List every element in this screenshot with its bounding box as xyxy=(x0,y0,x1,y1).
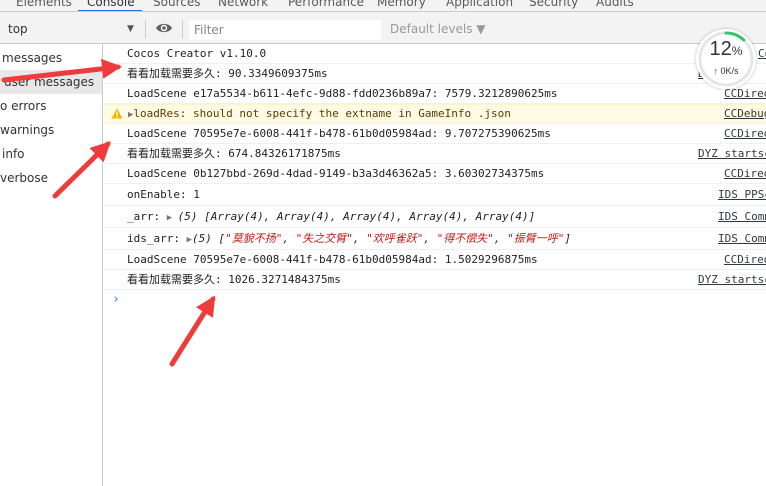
context-label: top xyxy=(8,22,28,36)
console-row: _arr: ▶ (5) [Array(4), Array(4), Array(4… xyxy=(104,206,766,228)
console-prompt[interactable]: › xyxy=(112,292,120,307)
sidebar-item-warnings[interactable]: warnings xyxy=(0,118,102,142)
source-link[interactable]: CCDired xyxy=(724,124,766,143)
context-selector[interactable]: top ▼ xyxy=(0,19,141,39)
log-message: onEnable: 1 xyxy=(127,188,200,201)
console-row: LoadScene 70595e7e-6008-441f-b478-61b0d0… xyxy=(104,124,766,144)
tab-memory[interactable]: Memory xyxy=(377,0,426,9)
source-link[interactable]: IDS PPSc xyxy=(718,184,766,205)
log-label: ids_arr: xyxy=(127,232,187,245)
tab-performance[interactable]: Performance xyxy=(288,0,364,9)
log-message: _arr: ▶ (5) [Array(4), Array(4), Array(4… xyxy=(127,206,536,227)
sidebar-item-label: user messages xyxy=(4,75,95,89)
console-row: 看看加载需要多久: 1026.3271484375ms DYZ startsc xyxy=(104,270,766,290)
filter-input[interactable] xyxy=(189,20,381,40)
sidebar-item-label: info xyxy=(2,147,25,161)
network-speed: ↑ 0K/s xyxy=(696,66,756,76)
sidebar-item-label: o errors xyxy=(0,99,47,113)
up-arrow-icon: ↑ xyxy=(713,66,721,76)
tab-application[interactable]: Application xyxy=(446,0,513,9)
log-message: ▶loadRes: should not specify the extname… xyxy=(128,105,511,123)
tab-security[interactable]: Security xyxy=(529,0,578,9)
array-item: "振臂一呼" xyxy=(507,232,565,245)
log-message: 看看加载需要多久: 90.3349609375ms xyxy=(127,67,328,80)
source-link[interactable]: IDS Comm xyxy=(718,228,766,249)
array-end: ] xyxy=(564,232,572,245)
array-count: (5) [ xyxy=(192,232,226,245)
sidebar-item-messages[interactable]: messages xyxy=(0,46,102,70)
source-link[interactable]: CCDired xyxy=(724,250,766,269)
log-message: ids_arr: ▶(5) ["莫貌不扬", "失之交臂", "欢呼雀跃", "… xyxy=(127,232,572,245)
console-row: LoadScene 70595e7e-6008-441f-b478-61b0d0… xyxy=(104,250,766,270)
tab-network[interactable]: Network xyxy=(218,0,268,9)
sidebar-item-user-messages[interactable]: user messages xyxy=(0,70,102,94)
console-row-warning: ▶loadRes: should not specify the extname… xyxy=(104,104,766,124)
log-message: 看看加载需要多久: 1026.3271484375ms xyxy=(127,273,341,286)
log-label: _arr: xyxy=(127,210,167,223)
dropdown-arrow-icon: ▼ xyxy=(127,24,134,34)
sidebar-item-label: verbose xyxy=(0,171,49,185)
log-message: LoadScene 0b127bbd-269d-4dad-9149-b3a3d4… xyxy=(127,167,545,180)
source-link[interactable]: CCDebug xyxy=(724,105,766,123)
performance-widget[interactable]: 12% ↑ 0K/s xyxy=(696,29,756,89)
expand-triangle-icon[interactable]: ▶ xyxy=(167,213,178,223)
source-link[interactable]: IDS Comm xyxy=(718,206,766,227)
console-row: ids_arr: ▶(5) ["莫貌不扬", "失之交臂", "欢呼雀跃", "… xyxy=(104,228,766,250)
array-item: "得不偿失" xyxy=(436,232,494,245)
cpu-percent: 12% xyxy=(696,38,756,61)
log-levels-dropdown[interactable]: Default levels ▼ xyxy=(390,22,486,36)
console-row: onEnable: 1 IDS PPSc xyxy=(104,184,766,206)
sidebar-item-label: messages xyxy=(2,51,63,65)
source-link[interactable]: DYZ startsc xyxy=(698,144,766,163)
console-row: 看看加载需要多久: 674.84326171875ms DYZ startsc xyxy=(104,144,766,164)
console-row: LoadScene 0b127bbd-269d-4dad-9149-b3a3d4… xyxy=(104,164,766,184)
devtools-tabbar: Elements Console Sources Network Perform… xyxy=(0,0,766,12)
tab-console[interactable]: Console xyxy=(87,0,135,9)
console-row: LoadScene e17a5534-b611-4efc-9d88-fdd023… xyxy=(104,84,766,104)
tab-sources[interactable]: Sources xyxy=(153,0,200,9)
console-sidebar: messages user messages o errors warnings… xyxy=(0,44,103,486)
warning-icon xyxy=(111,108,123,119)
console-toolbar: top ▼ Default levels ▼ xyxy=(0,12,766,44)
log-message: Cocos Creator v1.10.0 xyxy=(127,47,267,60)
source-link[interactable]: DYZ startsc xyxy=(698,270,766,289)
toolbar-divider xyxy=(145,20,146,38)
array-item: "失之交臂" xyxy=(295,232,353,245)
console-row: 看看加载需要多久: 90.3349609375ms DYZ xyxy=(104,64,766,84)
console-messages: Cocos Creator v1.10.0 Coco 看看加载需要多久: 90.… xyxy=(104,44,766,486)
warning-text: loadRes: should not specify the extname … xyxy=(133,107,511,120)
source-link[interactable]: Coco xyxy=(758,44,766,63)
source-link[interactable]: CCDired xyxy=(724,164,766,183)
tab-audits[interactable]: Audits xyxy=(596,0,634,9)
log-message: 看看加载需要多久: 674.84326171875ms xyxy=(127,147,341,160)
cpu-percent-value: 12 xyxy=(709,38,732,60)
sidebar-item-verbose[interactable]: verbose xyxy=(0,166,102,190)
toolbar-divider xyxy=(182,20,183,38)
sidebar-item-info[interactable]: info xyxy=(0,142,102,166)
eye-icon[interactable] xyxy=(155,21,173,35)
network-speed-value: 0K/s xyxy=(720,66,739,76)
console-row: Cocos Creator v1.10.0 Coco xyxy=(104,44,766,64)
array-item: "莫貌不扬" xyxy=(225,232,283,245)
log-message: LoadScene 70595e7e-6008-441f-b478-61b0d0… xyxy=(127,253,538,266)
sidebar-item-errors[interactable]: o errors xyxy=(0,94,102,118)
cpu-percent-unit: % xyxy=(731,44,743,58)
log-message: LoadScene e17a5534-b611-4efc-9d88-fdd023… xyxy=(127,87,558,100)
log-message: LoadScene 70595e7e-6008-441f-b478-61b0d0… xyxy=(127,127,551,140)
array-item: "欢呼雀跃" xyxy=(366,232,424,245)
tab-elements[interactable]: Elements xyxy=(16,0,72,9)
array-preview: (5) [Array(4), Array(4), Array(4), Array… xyxy=(177,210,536,223)
sidebar-item-label: warnings xyxy=(0,123,55,137)
